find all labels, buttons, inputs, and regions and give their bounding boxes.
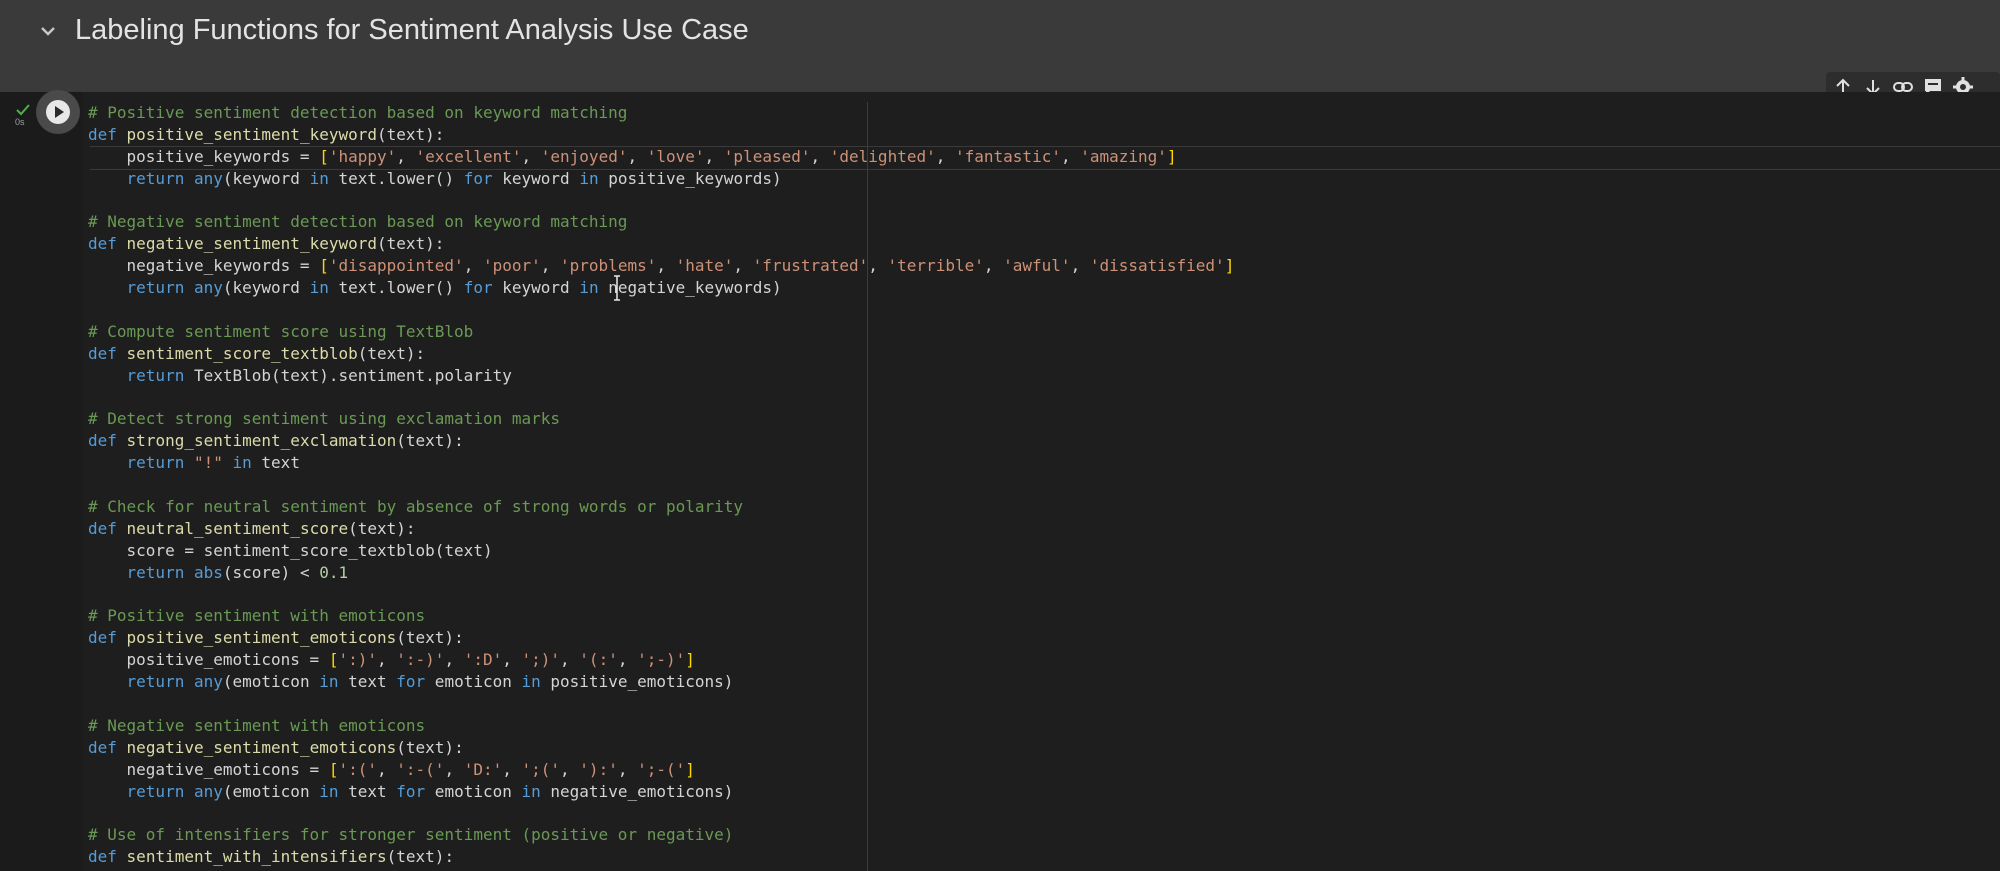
- code-line[interactable]: def positive_sentiment_emoticons(text):: [88, 627, 1234, 649]
- code-line[interactable]: return any(emoticon in text for emoticon…: [88, 671, 1234, 693]
- code-line[interactable]: # Positive sentiment detection based on …: [88, 102, 1234, 124]
- code-line[interactable]: # Negative sentiment with emoticons: [88, 715, 1234, 737]
- text-cursor-icon: [614, 275, 620, 301]
- code-line[interactable]: # Negative sentiment detection based on …: [88, 211, 1234, 233]
- code-line[interactable]: def sentiment_score_textblob(text):: [88, 343, 1234, 365]
- code-line[interactable]: return abs(score) < 0.1: [88, 562, 1234, 584]
- code-line[interactable]: ​: [88, 693, 1234, 715]
- code-line[interactable]: ​: [88, 387, 1234, 409]
- code-line[interactable]: # Compute sentiment score using TextBlob: [88, 321, 1234, 343]
- chevron-down-icon[interactable]: [35, 18, 61, 44]
- code-line[interactable]: # Detect strong sentiment using exclamat…: [88, 408, 1234, 430]
- cell-gutter: [0, 92, 82, 871]
- code-lines[interactable]: # Positive sentiment detection based on …: [88, 102, 1234, 868]
- code-line[interactable]: def positive_sentiment_keyword(text):: [88, 124, 1234, 146]
- code-line[interactable]: # Check for neutral sentiment by absence…: [88, 496, 1234, 518]
- code-line[interactable]: return any(keyword in text.lower() for k…: [88, 277, 1234, 299]
- code-line[interactable]: ​: [88, 190, 1234, 212]
- code-line[interactable]: negative_keywords = ['disappointed', 'po…: [88, 255, 1235, 277]
- code-line[interactable]: positive_keywords = ['happy', 'excellent…: [88, 146, 1234, 168]
- play-icon: [46, 100, 70, 124]
- run-cell-button[interactable]: [36, 90, 80, 134]
- code-line[interactable]: return any(emoticon in text for emoticon…: [88, 781, 1234, 803]
- code-line[interactable]: return TextBlob(text).sentiment.polarity: [88, 365, 1234, 387]
- code-line[interactable]: ​: [88, 584, 1234, 606]
- section-header: Labeling Functions for Sentiment Analysi…: [0, 0, 2000, 92]
- code-line[interactable]: ​: [88, 474, 1234, 496]
- code-line[interactable]: positive_emoticons = [':)', ':-)', ':D',…: [88, 649, 1234, 671]
- code-line[interactable]: def sentiment_with_intensifiers(text):: [88, 846, 1234, 868]
- code-line[interactable]: def strong_sentiment_exclamation(text):: [88, 430, 1234, 452]
- code-line[interactable]: ​: [88, 299, 1234, 321]
- execution-time: 0s: [15, 117, 25, 127]
- code-line[interactable]: score = sentiment_score_textblob(text): [88, 540, 1234, 562]
- code-line[interactable]: return "!" in text: [88, 452, 1234, 474]
- code-line[interactable]: def neutral_sentiment_score(text):: [88, 518, 1234, 540]
- code-editor[interactable]: # Positive sentiment detection based on …: [82, 92, 2000, 871]
- code-line[interactable]: def negative_sentiment_emoticons(text):: [88, 737, 1234, 759]
- code-line[interactable]: def negative_sentiment_keyword(text):: [88, 233, 1234, 255]
- section-title: Labeling Functions for Sentiment Analysi…: [75, 14, 749, 46]
- check-icon: [16, 104, 30, 116]
- code-line[interactable]: # Use of intensifiers for stronger senti…: [88, 824, 1234, 846]
- code-line[interactable]: ​: [88, 803, 1234, 825]
- code-line[interactable]: # Positive sentiment with emoticons: [88, 605, 1234, 627]
- code-line[interactable]: negative_emoticons = [':(', ':-(', 'D:',…: [88, 759, 1234, 781]
- code-line[interactable]: return any(keyword in text.lower() for k…: [88, 168, 1234, 190]
